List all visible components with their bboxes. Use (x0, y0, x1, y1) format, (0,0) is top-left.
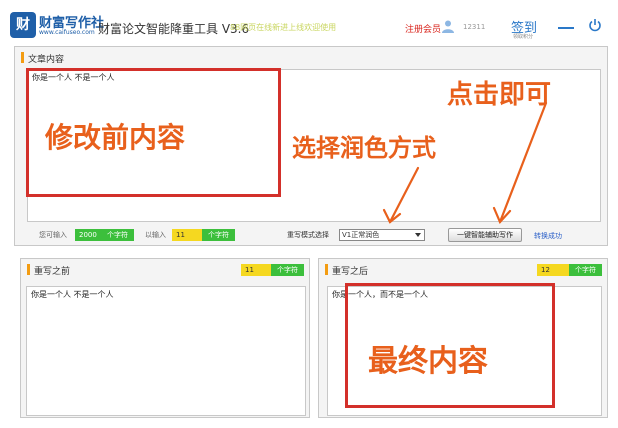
arrow-to-button (498, 101, 548, 224)
annotation-arrows (382, 101, 548, 225)
arrow-to-select (388, 166, 420, 224)
